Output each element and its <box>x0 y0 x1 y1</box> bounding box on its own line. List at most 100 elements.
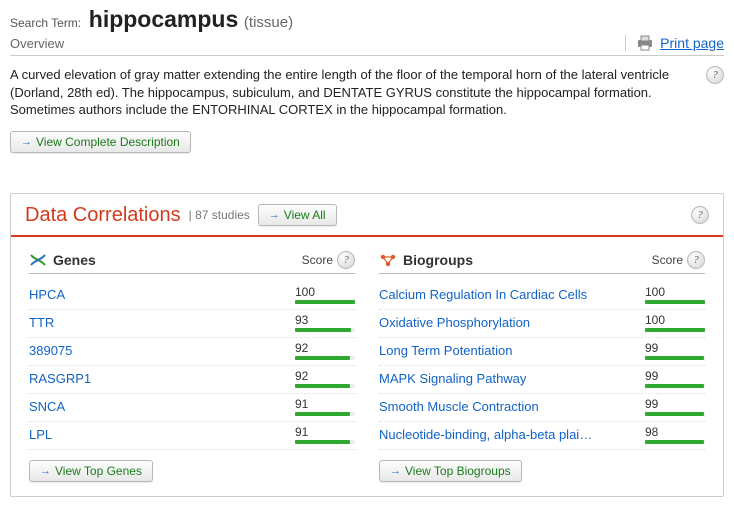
item-link[interactable]: Calcium Regulation In Cardiac Cells <box>379 287 587 302</box>
score-bar <box>295 384 355 388</box>
list-item: Oxidative Phosphorylation 100 <box>379 310 705 338</box>
score-cell: 99 <box>645 342 705 360</box>
view-top-genes-button[interactable]: → View Top Genes <box>29 460 153 482</box>
list-item: RASGRP1 92 <box>29 366 355 394</box>
list-item: Smooth Muscle Contraction 99 <box>379 394 705 422</box>
list-item: MAPK Signaling Pathway 99 <box>379 366 705 394</box>
genes-title-text: Genes <box>53 252 96 268</box>
network-icon <box>379 253 397 267</box>
biogroups-title-text: Biogroups <box>403 252 473 268</box>
genes-score-header: Score ? <box>302 251 355 269</box>
list-item: Nucleotide-binding, alpha-beta plai… 98 <box>379 422 705 450</box>
score-bar <box>295 440 355 444</box>
subheader-row: Overview Print page <box>10 35 724 56</box>
score-bar-fill <box>645 328 705 332</box>
item-link[interactable]: MAPK Signaling Pathway <box>379 371 526 386</box>
data-correlations-panel: Data Correlations | 87 studies → View Al… <box>10 193 724 497</box>
arrow-right-icon: → <box>40 465 51 477</box>
score-bar <box>295 356 355 360</box>
score-cell: 91 <box>295 398 355 416</box>
list-item: LPL 91 <box>29 422 355 450</box>
search-term-row: Search Term: hippocampus (tissue) <box>10 6 724 33</box>
view-all-button[interactable]: → View All <box>258 204 337 226</box>
printer-icon[interactable] <box>636 35 654 51</box>
item-link[interactable]: LPL <box>29 427 52 442</box>
list-item: 389075 92 <box>29 338 355 366</box>
item-link[interactable]: Nucleotide-binding, alpha-beta plai… <box>379 427 592 442</box>
help-icon[interactable]: ? <box>687 251 705 269</box>
print-area: Print page <box>625 35 724 51</box>
score-cell: 91 <box>295 426 355 444</box>
score-value: 99 <box>645 398 658 410</box>
two-column-area: Genes Score ? HPCA100TTR9338907592RASGRP… <box>11 237 723 482</box>
score-bar-fill <box>645 412 704 416</box>
score-label-text: Score <box>302 253 333 267</box>
biogroups-header: Biogroups Score ? <box>379 251 705 274</box>
biogroups-title: Biogroups <box>379 252 473 268</box>
score-bar <box>645 412 705 416</box>
score-cell: 100 <box>645 314 705 332</box>
view-complete-description-label: View Complete Description <box>36 135 180 149</box>
score-cell: 99 <box>645 370 705 388</box>
genes-list: HPCA 100 TTR 93 389075 92 RASGRP1 92 SNCA 91 LPL 91 <box>29 282 355 450</box>
genes-column: Genes Score ? HPCA100TTR9338907592RASGRP… <box>17 237 367 482</box>
score-value: 99 <box>645 342 658 354</box>
search-term-label: Search Term: <box>10 16 81 30</box>
dna-icon <box>29 253 47 267</box>
list-item: SNCA 91 <box>29 394 355 422</box>
score-cell: 93 <box>295 314 355 332</box>
item-link[interactable]: TTR <box>29 315 54 330</box>
score-bar <box>645 328 705 332</box>
item-link[interactable]: Oxidative Phosphorylation <box>379 315 530 330</box>
item-link[interactable]: Long Term Potentiation <box>379 343 512 358</box>
view-top-genes-label: View Top Genes <box>55 464 142 478</box>
score-cell: 98 <box>645 426 705 444</box>
help-icon[interactable]: ? <box>337 251 355 269</box>
item-link[interactable]: RASGRP1 <box>29 371 91 386</box>
panel-title: Data Correlations <box>25 204 181 227</box>
help-icon[interactable]: ? <box>691 206 709 224</box>
view-complete-description-button[interactable]: → View Complete Description <box>10 131 191 153</box>
score-bar <box>295 300 355 304</box>
view-all-label: View All <box>284 208 326 222</box>
score-bar-fill <box>295 412 350 416</box>
score-cell: 92 <box>295 370 355 388</box>
score-value: 91 <box>295 426 308 438</box>
overview-label: Overview <box>10 36 64 51</box>
biogroups-list: Calcium Regulation In Cardiac Cells100Ox… <box>379 282 705 450</box>
score-label-text: Score <box>652 253 683 267</box>
view-top-biogroups-label: View Top Biogroups <box>405 464 511 478</box>
score-bar <box>295 412 355 416</box>
score-bar <box>295 328 355 332</box>
score-bar <box>645 440 705 444</box>
genes-title: Genes <box>29 252 96 268</box>
description-text: A curved elevation of gray matter extend… <box>10 66 696 119</box>
score-bar <box>645 384 705 388</box>
panel-header: Data Correlations | 87 studies → View Al… <box>11 194 723 237</box>
biogroups-score-header: Score ? <box>652 251 705 269</box>
score-bar-fill <box>645 384 704 388</box>
list-item: Long Term Potentiation 99 <box>379 338 705 366</box>
search-term-type: (tissue) <box>244 14 293 31</box>
score-value: 100 <box>295 286 315 298</box>
score-cell: 92 <box>295 342 355 360</box>
item-link[interactable]: Smooth Muscle Contraction <box>379 399 539 414</box>
panel-studies-count: | 87 studies <box>189 208 250 222</box>
item-link[interactable]: HPCA <box>29 287 65 302</box>
score-value: 92 <box>295 342 308 354</box>
score-cell: 99 <box>645 398 705 416</box>
score-bar-fill <box>295 440 350 444</box>
arrow-right-icon: → <box>21 136 32 148</box>
score-bar-fill <box>295 356 350 360</box>
score-bar-fill <box>295 384 350 388</box>
item-link[interactable]: SNCA <box>29 399 65 414</box>
score-bar-fill <box>295 300 355 304</box>
biogroups-column: Biogroups Score ? Calcium Regulation In … <box>367 237 717 482</box>
score-value: 99 <box>645 370 658 382</box>
view-top-biogroups-button[interactable]: → View Top Biogroups <box>379 460 522 482</box>
score-value: 93 <box>295 314 308 326</box>
item-link[interactable]: 389075 <box>29 343 72 358</box>
help-icon[interactable]: ? <box>706 66 724 84</box>
score-value: 91 <box>295 398 308 410</box>
print-page-link[interactable]: Print page <box>660 35 724 51</box>
